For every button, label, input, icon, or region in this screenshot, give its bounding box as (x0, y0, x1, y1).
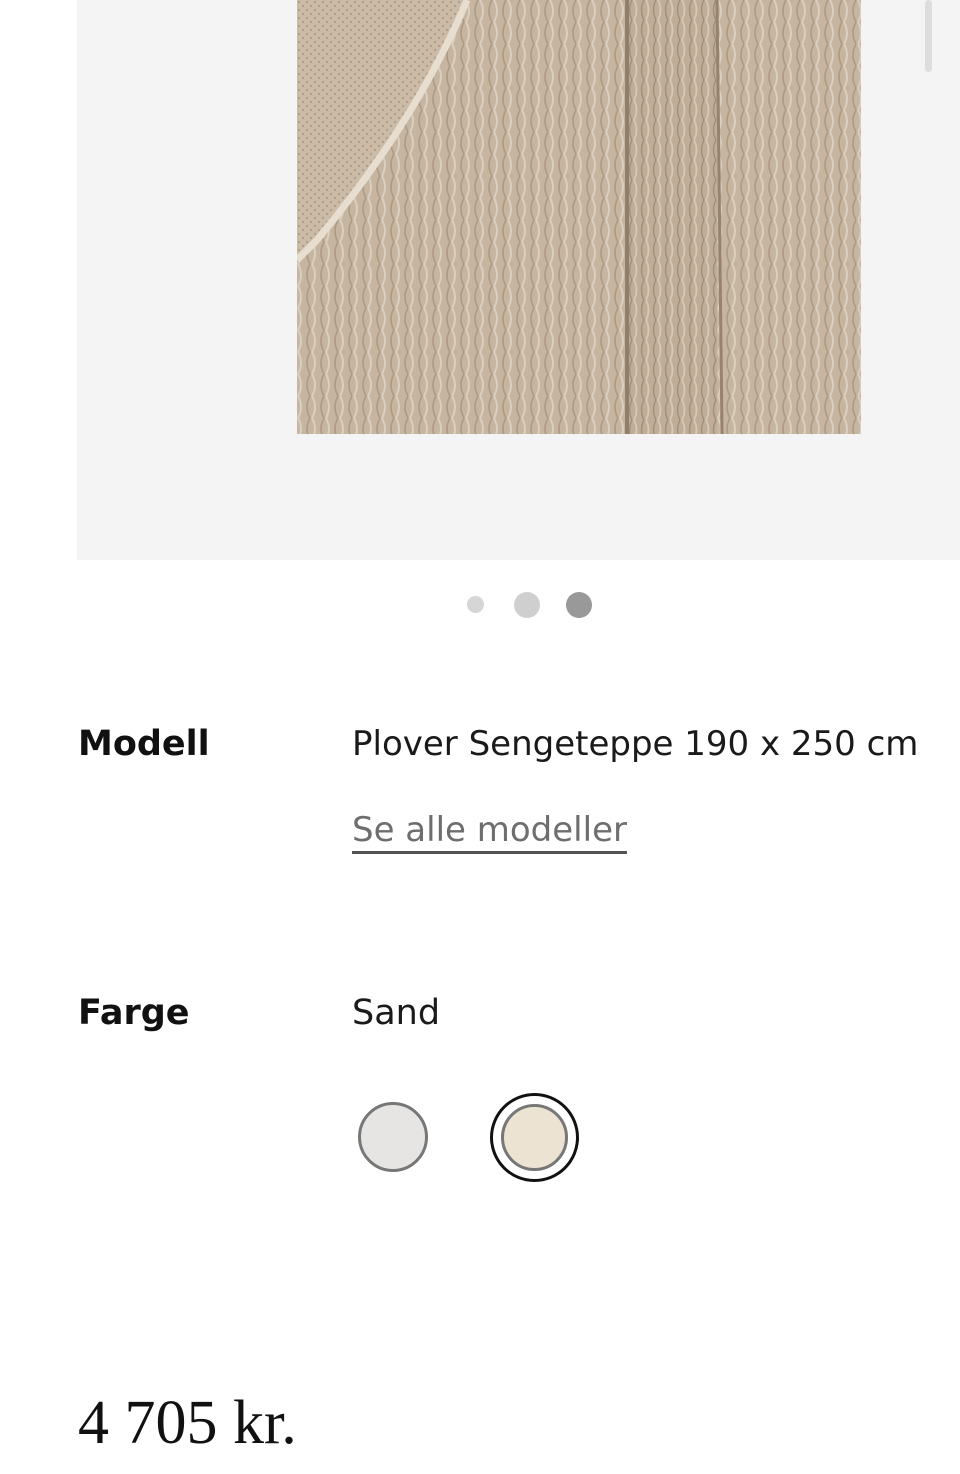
carousel-dots (0, 590, 960, 620)
model-value: Plover Sengeteppe 190 x 250 cm (352, 724, 919, 764)
color-swatch-sand-selected[interactable] (490, 1093, 579, 1182)
carousel-dot-3-active[interactable] (566, 592, 592, 618)
see-all-models-link[interactable]: Se alle modeller (352, 810, 627, 854)
product-image[interactable] (297, 0, 861, 434)
gallery-scrollbar[interactable] (925, 0, 932, 72)
carousel-dot-1[interactable] (467, 596, 484, 613)
knitted-blanket-image (297, 0, 861, 434)
product-price: 4 705 kr. (78, 1389, 297, 1457)
color-swatch-grey[interactable] (358, 1102, 428, 1172)
color-label: Farge (78, 993, 190, 1033)
color-swatch-sand-fill (501, 1104, 568, 1171)
model-label: Modell (78, 724, 210, 764)
selected-color-value: Sand (352, 993, 441, 1033)
product-page: Modell Plover Sengeteppe 190 x 250 cm Se… (0, 0, 960, 1474)
product-gallery[interactable] (77, 0, 960, 560)
carousel-dot-2[interactable] (514, 592, 540, 618)
